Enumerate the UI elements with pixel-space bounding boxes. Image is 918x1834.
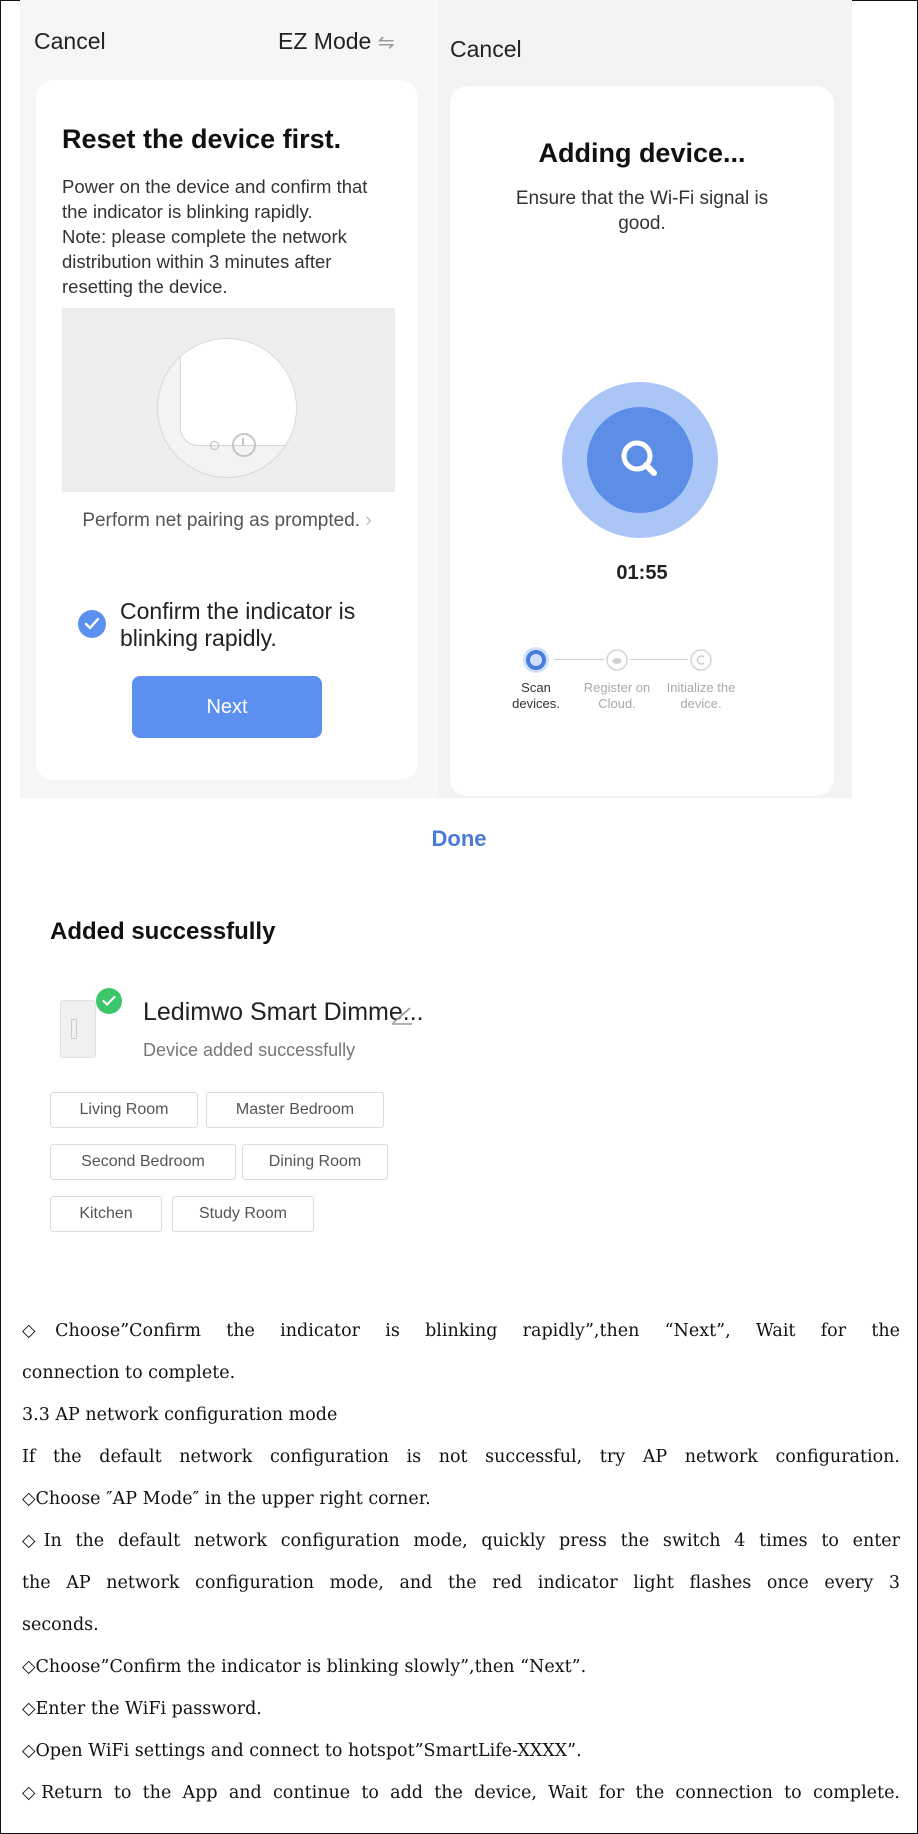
confirm-checkbox[interactable] (78, 610, 106, 638)
text-line: ◇Enter the WiFi password. (22, 1699, 262, 1719)
desc-line: resetting the device. (62, 276, 228, 297)
next-button[interactable]: Next (132, 676, 322, 738)
reset-description: Power on the device and confirm that the… (62, 174, 367, 299)
search-icon (621, 440, 657, 476)
text-line: the AP network configuration mode, and t… (22, 1573, 900, 1593)
switch-arrows-icon: ⇋ (377, 32, 395, 54)
step-scan-devices: Scan devices. (512, 680, 560, 711)
room-chip-living-room[interactable]: Living Room (50, 1092, 198, 1128)
reset-card: Reset the device first. Power on the dev… (36, 80, 418, 780)
room-chip-master-bedroom[interactable]: Master Bedroom (206, 1092, 384, 1128)
confirm-label: Confirm the indicator is blinking rapidl… (120, 598, 355, 652)
step-register-cloud: Register on Cloud. (583, 680, 651, 711)
device-zoom-circle (157, 338, 297, 478)
mode-label: EZ Mode (278, 28, 372, 54)
desc-line: Note: please complete the network (62, 226, 347, 247)
chevron-right-icon: › (365, 510, 372, 531)
prompt-label: Perform net pairing as prompted. (82, 510, 361, 531)
initialize-icon (690, 649, 712, 671)
room-chip-second-bedroom[interactable]: Second Bedroom (50, 1144, 236, 1180)
device-illustration (62, 308, 395, 492)
text-line: connection to complete. (22, 1363, 236, 1383)
cancel-button[interactable]: Cancel (450, 36, 522, 63)
text-line: ◇Choose”Confirm the indicator is blinkin… (22, 1657, 587, 1677)
confirm-line: Confirm the indicator is (120, 598, 356, 624)
adding-title: Adding device... (538, 138, 746, 168)
text-line: ◇Return to the App and continue to add t… (22, 1783, 900, 1803)
reset-title: Reset the device first. (62, 124, 342, 154)
adding-description: Ensure that the Wi-Fi signal is good. (450, 186, 834, 236)
step-connector (554, 659, 604, 660)
room-chip-dining-room[interactable]: Dining Room (242, 1144, 388, 1180)
indicator-dot-icon (210, 441, 219, 450)
done-button[interactable]: Done (0, 826, 918, 852)
power-button-icon (232, 433, 256, 457)
adding-device-screen: Cancel Adding device... Ensure that the … (438, 0, 852, 798)
edit-pencil-icon[interactable] (390, 1004, 414, 1026)
net-pairing-link[interactable]: Perform net pairing as prompted. › (36, 510, 418, 532)
cancel-button[interactable]: Cancel (34, 28, 106, 55)
desc-line: Power on the device and confirm that (62, 176, 368, 197)
added-title: Added successfully (50, 918, 276, 945)
instruction-text: ◇Choose”Confirm the indicator is blinkin… (22, 1310, 900, 1814)
desc-line: good. (618, 213, 666, 234)
section-heading: 3.3 AP network configuration mode (22, 1405, 338, 1425)
step-connector (630, 659, 688, 660)
room-chip-kitchen[interactable]: Kitchen (50, 1196, 162, 1232)
success-check-icon (96, 988, 122, 1014)
cloud-icon (606, 649, 628, 671)
text-line: ◇Choose”Confirm the indicator is blinkin… (22, 1321, 900, 1341)
text-line: ◇Choose ″AP Mode″ in the upper right cor… (22, 1489, 431, 1509)
confirm-line: blinking rapidly. (120, 625, 277, 651)
text-line: ◇Open WiFi settings and connect to hotsp… (22, 1741, 582, 1761)
device-status: Device added successfully (143, 1040, 356, 1060)
desc-line: the indicator is blinking rapidly. (62, 201, 313, 222)
desc-line: distribution within 3 minutes after (62, 251, 332, 272)
step-initialize-device: Initialize the device. (666, 680, 736, 711)
desc-line: Ensure that the Wi-Fi signal is (515, 188, 769, 209)
room-chip-study-room[interactable]: Study Room (172, 1196, 314, 1232)
countdown-timer: 01:55 (616, 562, 668, 584)
step-scan-active-icon (523, 647, 549, 673)
text-line: If the default network configuration is … (22, 1447, 900, 1467)
text-line: seconds. (22, 1615, 99, 1635)
device-name: Ledimwo Smart Dimme... (143, 998, 424, 1026)
mode-switch-button[interactable]: EZ Mode ⇋ (278, 28, 394, 55)
reset-device-screen: Cancel EZ Mode ⇋ Reset the device first.… (20, 0, 438, 798)
scan-circle (587, 407, 693, 513)
device-thumbnail (60, 1000, 96, 1058)
adding-card: Adding device... Ensure that the Wi-Fi s… (450, 86, 834, 796)
checkmark-icon (84, 617, 100, 630)
text-line: ◇In the default network configuration mo… (22, 1531, 900, 1551)
